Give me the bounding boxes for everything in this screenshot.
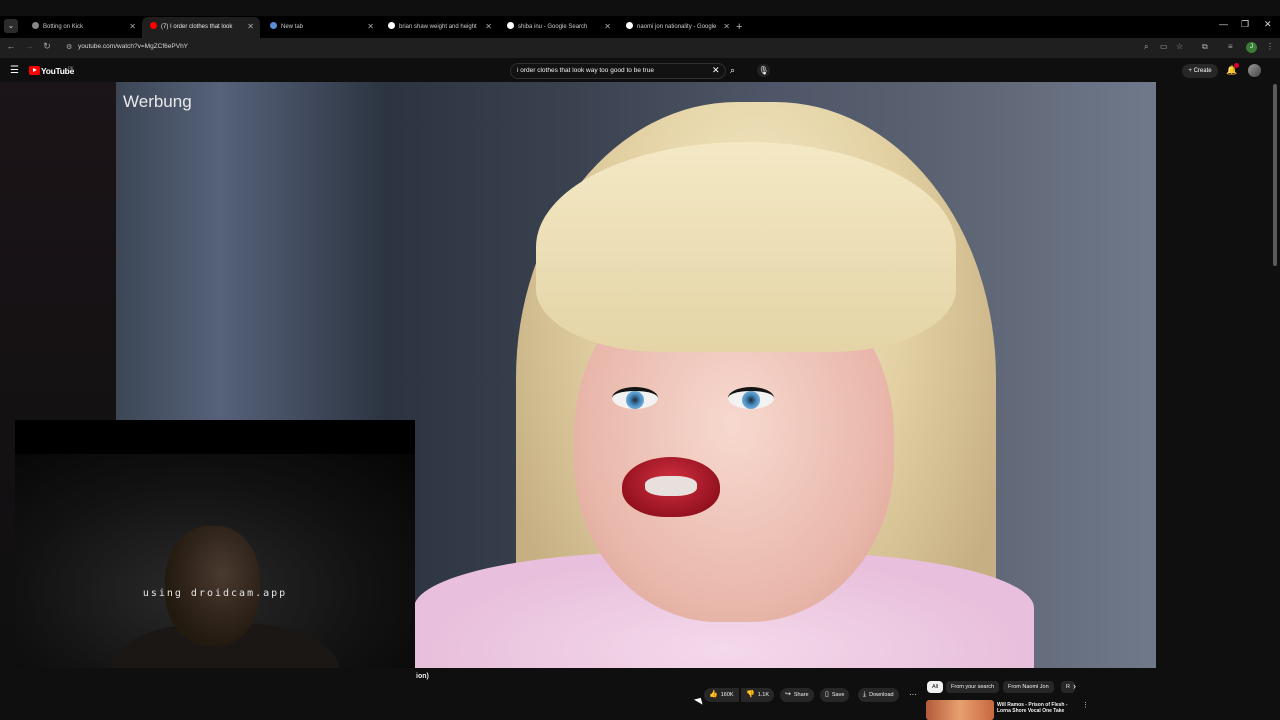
tab-shiba-inu[interactable]: shiba inu - Google Search ✕ [499,17,617,38]
browser-tab-strip: ⌄ Botting on Kick ✕ (7) I order clothes t… [0,16,1280,38]
close-tab-icon[interactable]: ✕ [485,17,492,37]
chips-next-icon[interactable]: › [1073,681,1076,691]
more-actions-icon[interactable]: ⋯ [909,690,917,699]
account-avatar[interactable] [1248,64,1261,77]
screen: ⌄ Botting on Kick ✕ (7) I order clothes t… [0,0,1280,720]
create-label: Create [1193,68,1212,74]
close-tab-icon[interactable]: ✕ [367,17,374,37]
recommendation-title[interactable]: Will Ramos - Prison of Flesh - Lorna Sho… [997,702,1077,718]
search-input[interactable]: i order clothes that look way too good t… [510,63,726,79]
thumbs-up-icon: 👍 [709,691,718,698]
video-frame-bangs [536,142,956,352]
youtube-logo-icon[interactable] [29,66,40,75]
chrome-icon [270,22,277,29]
bookmark-icon: ▯ [825,691,829,698]
save-button[interactable]: ▯ Save [820,688,850,702]
video-frame-teeth [645,476,697,496]
search-query: i order clothes that look way too good t… [517,67,654,74]
menu-dots-icon[interactable]: ⋮ [1266,42,1274,51]
back-icon[interactable]: ← [4,41,18,51]
share-button[interactable]: ↪ Share [780,688,814,702]
webcam-overlay: using droidcam.app [15,420,415,682]
tab-search-icon[interactable]: ⌄ [4,19,18,33]
google-icon [388,22,395,29]
country-code: DE [68,65,74,70]
chip-from-your-search[interactable]: From your search [946,681,1000,693]
close-tab-icon[interactable]: ✕ [604,17,611,37]
close-tab-icon[interactable]: ✕ [247,17,254,37]
webcam-feed: using droidcam.app [15,454,415,682]
url-text: youtube.com/watch?v=MgZCf6ePVhY [78,43,189,50]
search-icon[interactable]: ⌕ [730,65,735,76]
youtube-icon [150,22,157,29]
chip-from-naomi-jon[interactable]: From Naomi Jon [1003,681,1054,693]
droidcam-watermark: using droidcam.app [142,588,288,599]
forward-icon[interactable]: → [22,41,36,51]
recommendation-menu-icon[interactable]: ⋮ [1082,701,1089,709]
close-window-icon[interactable]: ✕ [1264,19,1272,30]
close-tab-icon[interactable]: ✕ [129,17,136,37]
thumbs-down-icon: 👎 [746,691,755,698]
ad-label: Werbung [123,92,192,111]
video-title: ion) [416,673,429,680]
video-frame-eye-right [728,387,774,409]
media-icon[interactable]: ≡ [1228,42,1233,51]
google-icon [507,22,514,29]
tab-new-tab[interactable]: New tab ✕ [262,17,380,38]
browser-toolbar: ← → ↻ ⚙ youtube.com/watch?v=MgZCf6ePVhY … [0,38,1280,58]
download-button[interactable]: ⤓ Download [858,688,899,702]
new-tab-button[interactable]: + [736,17,742,37]
site-info-icon[interactable]: ⚙ [66,43,72,51]
extensions-icon[interactable]: ⧉ [1202,42,1208,52]
bookmark-star-icon[interactable]: ☆ [1176,42,1183,51]
notification-badge [1234,63,1239,68]
tab-botting-on-kick[interactable]: Botting on Kick ✕ [24,17,142,38]
download-icon: ⤓ [863,691,867,698]
youtube-masthead: ☰ YouTube DE i order clothes that look w… [0,60,1280,82]
zoom-icon[interactable]: ⌕ [1144,42,1148,52]
address-bar[interactable]: ⚙ youtube.com/watch?v=MgZCf6ePVhY [60,40,1180,56]
tab-naomi-jon[interactable]: naomi jon nationality - Google ✕ [618,17,736,38]
below-video-row: ion) [0,668,1280,720]
chip-all[interactable]: All [927,681,944,693]
cast-icon[interactable]: ▭ [1160,42,1168,51]
globe-icon [32,22,39,29]
google-icon [626,22,633,29]
dislike-button[interactable]: 👎 1.1K [741,688,775,702]
like-button[interactable]: 👍 160K [704,688,739,702]
page-scrollbar[interactable] [1273,84,1277,266]
video-frame-eye-left [612,387,658,409]
close-tab-icon[interactable]: ✕ [723,17,730,37]
profile-avatar[interactable]: J [1246,42,1257,53]
minimize-icon[interactable]: — [1219,19,1228,29]
reload-icon[interactable]: ↻ [40,41,54,52]
recommendation-thumbnail[interactable] [926,700,994,720]
clear-search-icon[interactable]: ✕ [712,65,720,76]
webcam-person-head [165,526,260,646]
microphone-icon[interactable]: 🎙 [757,64,770,77]
tab-youtube-video[interactable]: (7) I order clothes that look ✕ [142,17,260,38]
tab-brian-shaw[interactable]: brian shaw weight and height ✕ [380,17,498,38]
create-button[interactable]: + Create [1182,64,1218,78]
maximize-icon[interactable]: ❐ [1241,19,1249,30]
share-icon: ↪ [785,691,791,698]
hamburger-menu-icon[interactable]: ☰ [10,65,19,76]
